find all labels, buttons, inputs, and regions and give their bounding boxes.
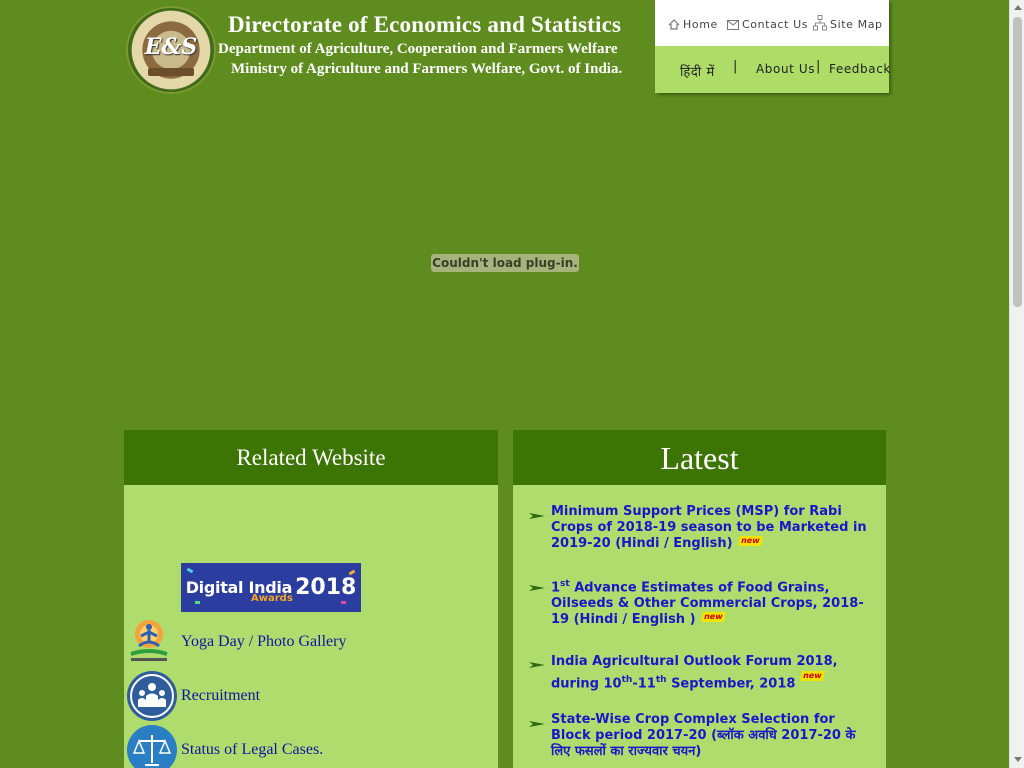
arrow-icon — [529, 578, 545, 591]
latest-item[interactable]: India Agricultural Outlook Forum 2018, d… — [529, 653, 874, 693]
arrow-icon — [529, 655, 545, 668]
latest-item-title: -11 — [632, 676, 656, 692]
top-navigation: Home Contact Us Site Map हिंदी में | Abo… — [655, 0, 891, 93]
latest-item-title: September, 2018 — [666, 676, 796, 692]
top-nav-row-primary: Home Contact Us Site Map — [655, 0, 889, 46]
about-link[interactable]: About Us — [756, 62, 815, 76]
arrow-icon — [529, 714, 545, 727]
sitemap-icon — [813, 14, 827, 31]
confetti — [195, 601, 200, 604]
new-badge: new — [800, 671, 825, 681]
confetti — [186, 567, 194, 574]
ministry-name: Ministry of Agriculture and Farmers Welf… — [231, 61, 623, 77]
scales-icon — [127, 725, 177, 768]
related-item-yoga[interactable]: Yoga Day / Photo Gallery — [127, 618, 346, 666]
related-item-label: Status of Legal Cases. — [181, 741, 324, 758]
latest-item-text[interactable]: State-Wise Crop Complex Selection for Bl… — [551, 712, 874, 760]
ordinal-suffix: th — [655, 675, 667, 685]
latest-item[interactable]: Minimum Support Prices (MSP) for Rabi Cr… — [529, 504, 874, 552]
latest-item-title: State-Wise Crop Complex Selection for Bl… — [551, 712, 856, 759]
related-website-heading: Related Website — [124, 430, 498, 485]
banner-year: 2018 — [295, 575, 357, 600]
latest-item[interactable]: State-Wise Crop Complex Selection for Bl… — [529, 712, 874, 760]
related-item-recruitment[interactable]: Recruitment — [127, 671, 260, 721]
latest-item-text[interactable]: 1st Advance Estimates of Food Grains, Oi… — [551, 576, 874, 628]
banner-subtitle: Awards — [251, 593, 293, 604]
des-logo[interactable]: E&S — [126, 6, 216, 94]
logo-ribbon — [148, 68, 194, 76]
nav-separator: | — [733, 59, 738, 74]
latest-item[interactable]: 1st Advance Estimates of Food Grains, Oi… — [529, 576, 874, 628]
scroll-down-arrow-icon[interactable] — [1014, 757, 1022, 762]
digital-india-awards-banner[interactable]: Digital India 2018 Awards — [181, 563, 361, 612]
latest-panel: Latest Minimum Support Prices (MSP) for … — [513, 430, 886, 768]
home-link[interactable]: Home — [668, 18, 718, 31]
latest-item-text[interactable]: India Agricultural Outlook Forum 2018, d… — [551, 653, 874, 693]
department-name: Department of Agriculture, Cooperation a… — [218, 41, 618, 57]
home-icon — [668, 19, 680, 30]
related-item-label: Yoga Day / Photo Gallery — [181, 633, 347, 650]
contact-label: Contact Us — [742, 18, 809, 31]
scrollbar-thumb[interactable] — [1013, 17, 1022, 307]
arrow-icon — [529, 506, 545, 519]
feedback-link[interactable]: Feedback — [829, 62, 891, 76]
latest-item-text[interactable]: Minimum Support Prices (MSP) for Rabi Cr… — [551, 504, 874, 552]
ordinal-suffix: st — [560, 579, 570, 589]
hindi-link[interactable]: हिंदी में — [680, 62, 715, 80]
related-item-legal-cases[interactable]: Status of Legal Cases. — [127, 725, 323, 768]
home-label: Home — [683, 18, 718, 31]
scroll-up-arrow-icon[interactable] — [1014, 5, 1022, 10]
yoga-icon — [127, 618, 171, 666]
latest-item-title: Minimum Support Prices (MSP) for Rabi Cr… — [551, 504, 867, 551]
ordinal-suffix: th — [621, 675, 633, 685]
site-title: Directorate of Economics and Statistics — [228, 12, 622, 37]
sitemap-link[interactable]: Site Map — [813, 14, 883, 31]
latest-item-ordinal: 1 — [551, 580, 561, 596]
new-badge: new — [700, 612, 726, 623]
confetti — [341, 601, 346, 604]
latest-heading: Latest — [513, 430, 886, 485]
people-icon — [127, 671, 177, 721]
sitemap-label: Site Map — [830, 18, 883, 31]
new-badge: new — [737, 536, 763, 546]
plugin-error-message: Couldn't load plug-in. — [431, 254, 579, 272]
mail-icon — [727, 19, 739, 30]
top-nav-row-secondary: हिंदी में | About Us | Feedback — [655, 46, 891, 93]
logo-mark: E&S — [144, 34, 198, 60]
vertical-scrollbar[interactable] — [1009, 0, 1024, 768]
related-item-label: Recruitment — [181, 687, 261, 704]
related-website-panel: Related Website Digital India 2018 Award… — [124, 430, 498, 768]
contact-link[interactable]: Contact Us — [727, 18, 808, 31]
nav-separator: | — [816, 59, 821, 74]
